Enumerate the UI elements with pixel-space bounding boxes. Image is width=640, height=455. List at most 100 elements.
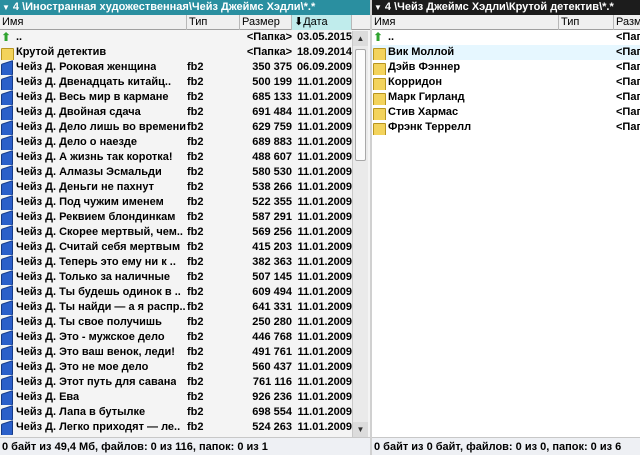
- file-date: 11.01.2009: [297, 151, 352, 163]
- scrollbar-thumb[interactable]: [355, 49, 366, 161]
- left-status-bar: 0 байт из 49,4 Мб, файлов: 0 из 116, пап…: [0, 437, 370, 455]
- column-name-header[interactable]: Имя: [372, 15, 559, 30]
- file-name: Фрэнк Террелл: [388, 121, 472, 133]
- book-icon: [1, 330, 15, 345]
- file-name: Чейз Д. Весь мир в кармане: [16, 91, 169, 103]
- file-size: <Пап: [616, 46, 640, 58]
- folder-row[interactable]: Крутой детектив <Папка> 18.09.2014: [0, 45, 370, 60]
- file-type: fb2: [187, 181, 204, 193]
- file-row[interactable]: Чейз Д. Под чужим именем fb2 522 355 11.01.…: [0, 195, 370, 210]
- parent-dir-row[interactable]: ⬆.. <Пап: [372, 30, 640, 45]
- file-date: 11.01.2009: [297, 76, 352, 88]
- left-scrollbar[interactable]: ▲ ▼: [352, 31, 368, 437]
- file-size: 500 199: [252, 76, 292, 88]
- file-row[interactable]: Чейз Д. Легко приходят — ле.. fb2 524 263 1…: [0, 420, 370, 435]
- file-row[interactable]: Чейз Д. Это не мое дело fb2 560 437 11.01.2…: [0, 360, 370, 375]
- folder-row[interactable]: Корридон <Пап: [372, 75, 640, 90]
- file-size: <Пап: [616, 31, 640, 43]
- folder-row[interactable]: Дэйв Фэннер <Пап: [372, 60, 640, 75]
- up-icon: ⬆: [373, 30, 384, 44]
- file-row[interactable]: Чейз Д. Двойная сдача fb2 691 484 11.01.200…: [0, 105, 370, 120]
- right-status-bar: 0 байт из 0 байт, файлов: 0 из 0, папок:…: [372, 437, 640, 455]
- file-size: 689 883: [252, 136, 292, 148]
- file-type: fb2: [187, 226, 204, 238]
- file-row[interactable]: Чейз Д. Это ваш венок, леди! fb2 491 761 11…: [0, 345, 370, 360]
- file-row[interactable]: Чейз Д. Деньги не пахнут fb2 538 266 11.01.…: [0, 180, 370, 195]
- column-size-header[interactable]: Размер: [240, 15, 292, 30]
- file-size: 350 375: [252, 61, 292, 73]
- column-type-header[interactable]: Тип: [559, 15, 614, 30]
- dropdown-triangle-icon[interactable]: ▼: [2, 3, 10, 12]
- column-type-header[interactable]: Тип: [187, 15, 240, 30]
- file-name: Крутой детектив: [16, 46, 107, 58]
- file-row[interactable]: Чейз Д. Алмазы Эсмальди fb2 580 530 11.01.2…: [0, 165, 370, 180]
- file-date: 11.01.2009: [297, 301, 352, 313]
- book-icon: [1, 270, 15, 285]
- column-size-header[interactable]: Размер: [614, 15, 640, 30]
- column-name-header[interactable]: Имя: [0, 15, 187, 30]
- file-row[interactable]: Чейз Д. Ты свое получишь fb2 250 280 11.01.…: [0, 315, 370, 330]
- file-date: 03.05.2015: [296, 31, 352, 43]
- file-row[interactable]: Чейз Д. Дело о наезде fb2 689 883 11.01.200…: [0, 135, 370, 150]
- file-size: 641 331: [252, 301, 292, 313]
- file-row[interactable]: Чейз Д. Лапа в бутылке fb2 698 554 11.01.20…: [0, 405, 370, 420]
- folder-row[interactable]: Фрэнк Террелл <Пап: [372, 120, 640, 135]
- column-date-header[interactable]: ⬇Дата: [292, 15, 352, 30]
- file-type: fb2: [187, 106, 204, 118]
- file-size: 761 116: [252, 376, 292, 388]
- file-date: 11.01.2009: [297, 376, 352, 388]
- file-row[interactable]: Чейз Д. А жизнь так коротка! fb2 488 607 11…: [0, 150, 370, 165]
- file-name: Вик Моллой: [388, 46, 455, 58]
- file-name: Чейз Д. Алмазы Эсмальди: [16, 166, 162, 178]
- file-date: 11.01.2009: [297, 256, 352, 268]
- book-icon: [1, 255, 15, 270]
- file-type: fb2: [187, 211, 204, 223]
- file-name: Чейз Д. Только за наличные: [16, 271, 170, 283]
- book-icon: [1, 90, 15, 105]
- file-row[interactable]: Чейз Д. Этот путь для савана fb2 761 116 11…: [0, 375, 370, 390]
- file-name: Чейз Д. А жизнь так коротка!: [16, 151, 173, 163]
- book-icon: [1, 345, 15, 360]
- file-name: Чейз Д. Легко приходят — ле..: [16, 421, 181, 433]
- dropdown-triangle-icon[interactable]: ▼: [374, 3, 382, 12]
- file-name: Стив Хармас: [388, 106, 459, 118]
- file-size: 685 133: [252, 91, 292, 103]
- file-name: Чейз Д. Это ваш венок, леди!: [16, 346, 175, 358]
- file-size: 488 607: [252, 151, 292, 163]
- scroll-up-icon[interactable]: ▲: [353, 31, 368, 46]
- right-file-panel[interactable]: ▼ 4 \Чейз Джеймс Хэдли\Крутой детектив\*.…: [372, 0, 640, 437]
- left-path-text: 4 \Иностранная художественная\Чейз Джейм…: [12, 1, 316, 13]
- parent-dir-row[interactable]: ⬆.. <Папка> 03.05.2015: [0, 30, 370, 45]
- file-row[interactable]: Чейз Д. Это - мужское дело fb2 446 768 11.0…: [0, 330, 370, 345]
- folder-row[interactable]: Стив Хармас <Пап: [372, 105, 640, 120]
- file-row[interactable]: Чейз Д. Только за наличные fb2 507 145 11.0…: [0, 270, 370, 285]
- file-date: 11.01.2009: [297, 361, 352, 373]
- file-row[interactable]: Чейз Д. Скорее мертвый, чем.. fb2 569 256 1…: [0, 225, 370, 240]
- file-row[interactable]: Чейз Д. Роковая женщина fb2 350 375 06.09.2…: [0, 60, 370, 75]
- file-row[interactable]: Чейз Д. Двенадцать китайц.. fb2 500 199 11.…: [0, 75, 370, 90]
- file-size: 580 530: [252, 166, 292, 178]
- book-icon: [1, 375, 15, 390]
- file-row[interactable]: Чейз Д. Ты будешь одинок в .. fb2 609 494 1…: [0, 285, 370, 300]
- folder-row[interactable]: Марк Гирланд <Пап: [372, 90, 640, 105]
- left-path-bar[interactable]: ▼ 4 \Иностранная художественная\Чейз Джей…: [0, 0, 370, 15]
- scroll-down-icon[interactable]: ▼: [353, 422, 368, 437]
- file-date: 11.01.2009: [297, 271, 352, 283]
- file-row[interactable]: Чейз Д. Реквием блондинкам fb2 587 291 11.0…: [0, 210, 370, 225]
- file-row[interactable]: Чейз Д. Считай себя мертвым fb2 415 203 11.…: [0, 240, 370, 255]
- file-name: Чейз Д. Деньги не пахнут: [16, 181, 154, 193]
- folder-row[interactable]: Вик Моллой <Пап: [372, 45, 640, 60]
- left-file-panel[interactable]: ▼ 4 \Иностранная художественная\Чейз Джей…: [0, 0, 370, 437]
- file-row[interactable]: Чейз Д. Ты найди — а я распр.. fb2 641 331…: [0, 300, 370, 315]
- file-row[interactable]: Чейз Д. Дело лишь во времени fb2 629 759 11…: [0, 120, 370, 135]
- file-row[interactable]: Чейз Д. Весь мир в кармане fb2 685 133 11.0…: [0, 90, 370, 105]
- file-name: Чейз Д. Под чужим именем: [16, 196, 164, 208]
- book-icon: [1, 240, 15, 255]
- file-row[interactable]: Чейз Д. Теперь это ему ни к .. fb2 382 363…: [0, 255, 370, 270]
- book-icon: [1, 195, 15, 210]
- right-path-bar[interactable]: ▼ 4 \Чейз Джеймс Хэдли\Крутой детектив\*.…: [372, 0, 640, 15]
- file-row[interactable]: Чейз Д. Ева fb2 926 236 11.01.2009: [0, 390, 370, 405]
- file-name: Чейз Д. Дело лишь во времени: [16, 121, 187, 133]
- file-type: fb2: [187, 166, 204, 178]
- file-size: <Пап: [616, 106, 640, 118]
